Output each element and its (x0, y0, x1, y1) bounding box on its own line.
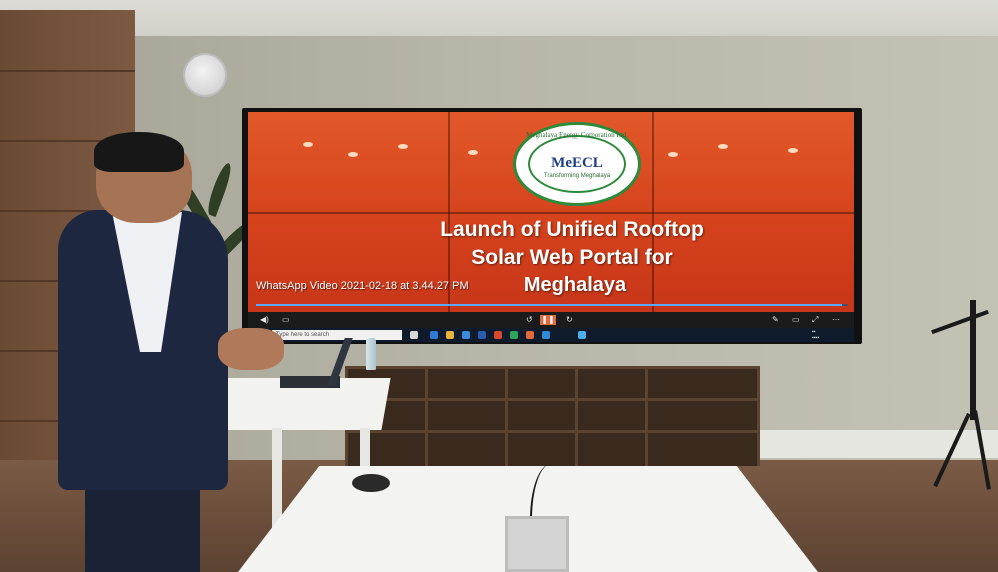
logo-tagline: Transforming Meghalaya (543, 173, 611, 179)
mail-icon[interactable] (478, 331, 486, 339)
edge-icon[interactable] (430, 331, 438, 339)
meecl-logo: Meghalaya Energy Corporation Ltd. MeECL … (513, 122, 641, 206)
computer-mouse (352, 474, 390, 492)
edit-icon[interactable]: ✎ (772, 315, 779, 325)
media-controls-bar: ◀) ▭ ↺ ❚❚ ↻ ✎ ▭ ⤢ ⋯ (248, 312, 854, 328)
camera-tripod (930, 300, 998, 490)
table-cable-box (505, 516, 569, 572)
ceiling (0, 0, 998, 40)
miniplayer-icon[interactable]: ▭ (792, 315, 800, 325)
wooden-credenza (345, 366, 760, 466)
logo-arc-text: Meghalaya Energy Corporation Ltd. (526, 131, 628, 139)
headline-line-1: Launch of Unified Rooftop (440, 218, 704, 241)
captions-icon[interactable]: ▭ (282, 315, 290, 325)
taskbar-clock[interactable]: ▪▪ ▪▪▪▪ (812, 329, 819, 341)
video-title-caption: WhatsApp Video 2021-02-18 at 3.44.27 PM (256, 280, 469, 292)
video-progress-fill (256, 304, 843, 306)
store-icon[interactable] (462, 331, 470, 339)
ceiling-speaker (185, 55, 225, 95)
volume-icon[interactable]: ◀) (260, 315, 269, 325)
photo-scene: Meghalaya Energy Corporation Ltd. MeECL … (0, 0, 998, 572)
task-view-icon[interactable] (410, 331, 418, 339)
file-explorer-icon[interactable] (446, 331, 454, 339)
headline-line-3: Meghalaya (523, 274, 627, 296)
more-options-icon[interactable]: ⋯ (832, 315, 840, 325)
app-icon-3[interactable] (578, 331, 586, 339)
skip-back-icon[interactable]: ↺ (526, 315, 533, 325)
taskbar-search-input[interactable]: Type here to search (272, 330, 402, 340)
logo-name: MeECL (551, 155, 603, 171)
app-icon-2[interactable] (542, 331, 550, 339)
play-pause-icon[interactable]: ❚❚ (540, 315, 556, 325)
skip-forward-icon[interactable]: ↻ (566, 315, 573, 325)
side-table-leg (360, 428, 370, 468)
man-hair (94, 132, 184, 172)
office-icon[interactable] (494, 331, 502, 339)
sanitizer-bottle (366, 338, 376, 370)
fullscreen-icon[interactable]: ⤢ (812, 315, 818, 325)
app-icon[interactable] (510, 331, 518, 339)
media-player-icon[interactable] (526, 331, 534, 339)
clapping-hands (218, 328, 284, 370)
headline-line-2: Solar Web Portal for (471, 246, 673, 269)
side-table-leg (272, 428, 282, 528)
